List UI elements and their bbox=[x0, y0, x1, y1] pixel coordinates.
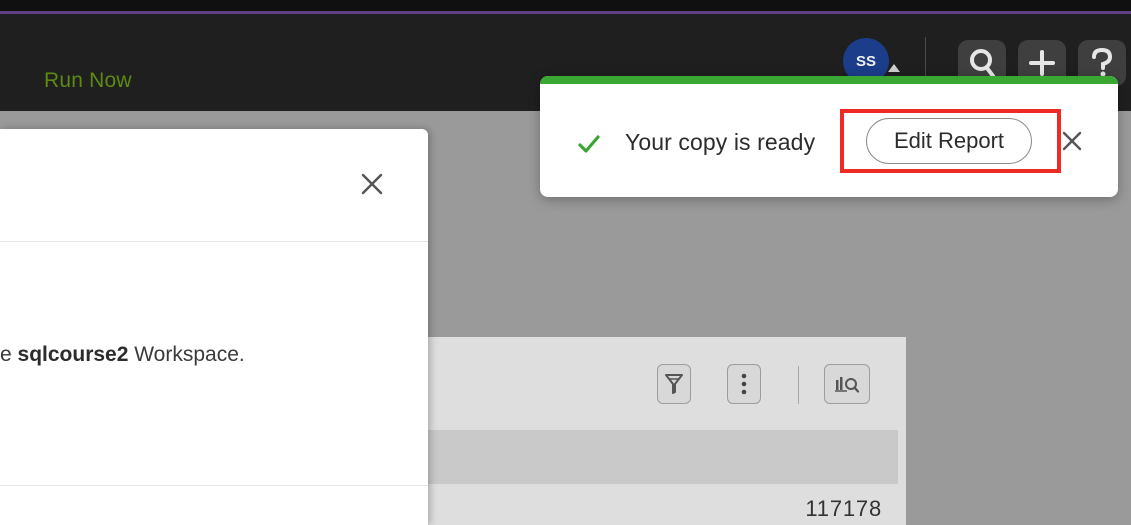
explore-icon bbox=[835, 377, 860, 393]
modal-message: e sqlcourse2 Workspace. bbox=[0, 343, 245, 367]
table-cell-value: 117178 bbox=[805, 496, 882, 521]
search-icon bbox=[970, 49, 995, 78]
help-icon bbox=[1092, 48, 1113, 77]
workspace-name: sqlcourse2 bbox=[17, 343, 129, 366]
toast-close-button[interactable] bbox=[1058, 126, 1086, 156]
modal-footer-divider bbox=[0, 485, 428, 486]
toolbar-divider bbox=[798, 366, 799, 404]
avatar-caret-icon[interactable] bbox=[888, 64, 900, 72]
filter-button[interactable] bbox=[657, 364, 691, 404]
more-icon bbox=[741, 373, 747, 395]
explore-data-button[interactable] bbox=[824, 364, 870, 404]
run-now-button[interactable]: Run Now bbox=[44, 69, 132, 93]
check-icon bbox=[578, 135, 600, 153]
avatar-initials: SS bbox=[855, 52, 876, 70]
modal-header-divider bbox=[0, 241, 428, 242]
close-icon bbox=[1062, 131, 1082, 151]
modal-message-prefix: e bbox=[0, 343, 18, 366]
edit-report-button[interactable]: Edit Report bbox=[866, 118, 1032, 164]
toast-success-strip bbox=[540, 76, 1118, 84]
report-table-header bbox=[406, 430, 898, 484]
modal-message-suffix: Workspace. bbox=[128, 343, 245, 366]
filter-icon bbox=[665, 374, 683, 394]
close-icon bbox=[361, 173, 383, 195]
toast-message: Your copy is ready bbox=[625, 129, 816, 155]
modal-close-button[interactable] bbox=[356, 168, 388, 200]
top-accent-bar bbox=[0, 0, 1131, 14]
plus-icon bbox=[1029, 50, 1055, 76]
more-options-button[interactable] bbox=[727, 364, 761, 404]
